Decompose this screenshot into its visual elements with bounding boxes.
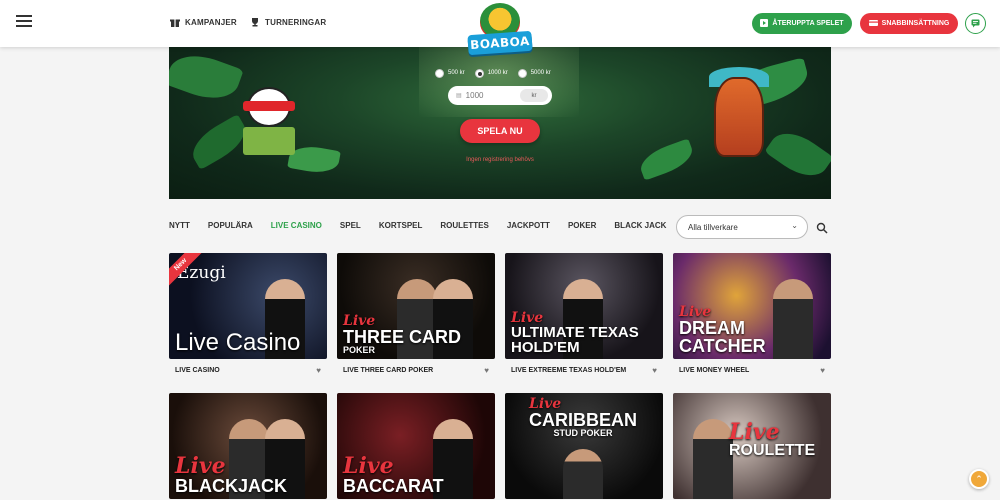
bet-amount-options: 500 kr 1000 kr 5000 kr	[435, 67, 575, 79]
game-thumbnail[interactable]: Live ULTIMATE TEXAS HOLD'EM	[505, 253, 663, 359]
play-icon	[760, 18, 769, 29]
thumb-title: ROULETTE	[729, 442, 816, 459]
menu-icon[interactable]	[16, 15, 32, 27]
coin-icon: ▤	[456, 93, 462, 99]
nav-kampanjer-label: KAMPANJER	[185, 17, 237, 27]
logo-text: BOABOA	[467, 30, 533, 56]
chevron-down-icon: ⌄	[791, 221, 798, 230]
thumb-title: BACCARAT	[343, 476, 444, 496]
game-name: LIVE THREE CARD POKER	[343, 366, 434, 374]
scroll-to-top-button[interactable]: ⌃	[969, 469, 989, 489]
gift-icon	[170, 17, 180, 27]
bet-option-500[interactable]: 500 kr	[435, 68, 465, 78]
bet-option-1000[interactable]: 1000 kr	[474, 68, 508, 78]
thumb-title: Live Casino	[175, 329, 301, 356]
thumb-live: Live	[175, 453, 226, 479]
game-name: LIVE MONEY WHEEL	[679, 366, 750, 374]
game-name: LIVE EXTREEME TEXAS HOLD'EM	[511, 366, 627, 374]
category-live-casino[interactable]: LIVE CASINO	[271, 221, 322, 233]
category-populara[interactable]: POPULÄRA	[208, 221, 253, 233]
game-grid: Ezugi New Live Casino LIVE CASINO ♥ Live …	[169, 253, 831, 500]
radio-icon	[435, 68, 444, 78]
provider-select[interactable]: Alla tillverkare ⌄	[676, 215, 808, 239]
category-jackpott[interactable]: JACKPOTT	[507, 221, 550, 233]
thumb-subtitle: HOLD'EM	[511, 339, 580, 356]
thumb-live: Live	[511, 310, 544, 326]
category-black-jack[interactable]: BLACK JACK	[614, 221, 666, 233]
chat-button[interactable]	[965, 13, 986, 34]
category-roulettes[interactable]: ROULETTES	[440, 221, 488, 233]
category-nytt[interactable]: NYTT	[169, 221, 190, 233]
quick-deposit-button[interactable]: SNABBINSÄTTNING	[860, 13, 958, 34]
thumb-live: Live	[343, 453, 394, 479]
chat-icon	[971, 15, 980, 33]
resume-game-label: ÅTERUPPTA SPELET	[772, 20, 844, 27]
thumb-title: THREE CARD	[343, 327, 462, 347]
tiki-mask-illustration	[709, 67, 769, 167]
thumb-title: DREAM CATCHER	[679, 318, 766, 356]
game-thumbnail[interactable]: Live BLACKJACK	[169, 393, 327, 499]
bet-option-label: 5000 kr	[530, 70, 551, 76]
mascot-illustration	[239, 87, 299, 157]
radio-selected-icon	[474, 68, 484, 78]
thumb-title: CARIBBEAN	[529, 410, 637, 430]
bet-option-label: 1000 kr	[487, 70, 508, 76]
chevron-up-icon: ⌃	[975, 473, 983, 484]
game-card[interactable]: Live ULTIMATE TEXAS HOLD'EM LIVE EXTREEM…	[505, 253, 663, 381]
bet-option-label: 500 kr	[448, 70, 465, 76]
wallet-icon	[868, 19, 878, 29]
category-spel[interactable]: SPEL	[340, 221, 361, 233]
bet-option-5000[interactable]: 5000 kr	[517, 68, 551, 78]
resume-game-button[interactable]: ÅTERUPPTA SPELET	[752, 13, 852, 34]
heart-icon[interactable]: ♥	[820, 366, 825, 375]
category-nav: NYTT POPULÄRA LIVE CASINO SPEL KORTSPEL …	[169, 221, 689, 233]
thumb-live: Live	[729, 419, 780, 445]
quick-deposit-label: SNABBINSÄTTNING	[881, 20, 950, 27]
heart-icon[interactable]: ♥	[652, 366, 657, 375]
game-card[interactable]: Live CARIBBEAN STUD POKER	[505, 393, 663, 500]
game-thumbnail[interactable]: Live BACCARAT	[337, 393, 495, 499]
heart-icon[interactable]: ♥	[484, 366, 489, 375]
trophy-icon	[250, 17, 260, 27]
game-thumbnail[interactable]: Live ROULETTE	[673, 393, 831, 499]
game-thumbnail[interactable]: Live CARIBBEAN STUD POKER	[505, 393, 663, 499]
category-kortspel[interactable]: KORTSPEL	[379, 221, 423, 233]
thumb-live: Live	[529, 396, 562, 412]
no-registration-note: Ingen registrering behövs	[466, 157, 534, 163]
thumb-title: ULTIMATE TEXAS	[511, 324, 639, 341]
thumb-subtitle: STUD POKER	[553, 428, 613, 438]
thumb-subtitle: POKER	[343, 345, 376, 355]
provider-select-value: Alla tillverkare	[688, 222, 738, 232]
nav-turneringar[interactable]: TURNERINGAR	[250, 17, 326, 27]
play-now-button[interactable]: SPELA NU	[460, 119, 540, 143]
nav-turneringar-label: TURNERINGAR	[265, 17, 327, 27]
deposit-amount-input[interactable]: ▤ 1000 kr	[448, 86, 552, 105]
game-card[interactable]: Ezugi New Live Casino LIVE CASINO ♥	[169, 253, 327, 381]
boaboa-logo[interactable]: BOABOA	[466, 0, 534, 60]
game-thumbnail[interactable]: Ezugi New Live Casino	[169, 253, 327, 359]
game-card[interactable]: Live ROULETTE	[673, 393, 831, 500]
game-name: LIVE CASINO	[175, 366, 220, 374]
game-thumbnail[interactable]: Live THREE CARD POKER	[337, 253, 495, 359]
heart-icon[interactable]: ♥	[316, 366, 321, 375]
radio-icon	[517, 68, 527, 78]
game-card[interactable]: Live THREE CARD POKER LIVE THREE CARD PO…	[337, 253, 495, 381]
thumb-live: Live	[343, 313, 376, 329]
game-card[interactable]: Live BACCARAT	[337, 393, 495, 500]
currency-label: kr	[520, 89, 548, 102]
game-card[interactable]: Live DREAM CATCHER LIVE MONEY WHEEL ♥	[673, 253, 831, 381]
game-thumbnail[interactable]: Live DREAM CATCHER	[673, 253, 831, 359]
search-icon[interactable]	[816, 221, 828, 234]
nav-kampanjer[interactable]: KAMPANJER	[170, 17, 237, 27]
thumb-live: Live	[679, 304, 712, 320]
category-poker[interactable]: POKER	[568, 221, 596, 233]
game-card[interactable]: Live BLACKJACK	[169, 393, 327, 500]
deposit-amount-value: 1000	[465, 91, 484, 100]
thumb-title: BLACKJACK	[175, 476, 287, 496]
